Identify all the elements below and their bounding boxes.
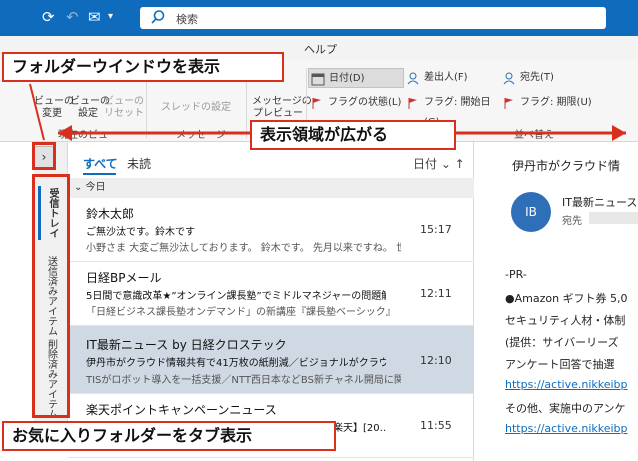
right-arrowhead	[612, 125, 626, 141]
callout-pointer-line	[29, 83, 45, 141]
left-arrowhead	[58, 125, 72, 141]
callout-wider-area: 表示領域が広がる	[250, 120, 456, 150]
annotation-arrows	[29, 83, 626, 141]
